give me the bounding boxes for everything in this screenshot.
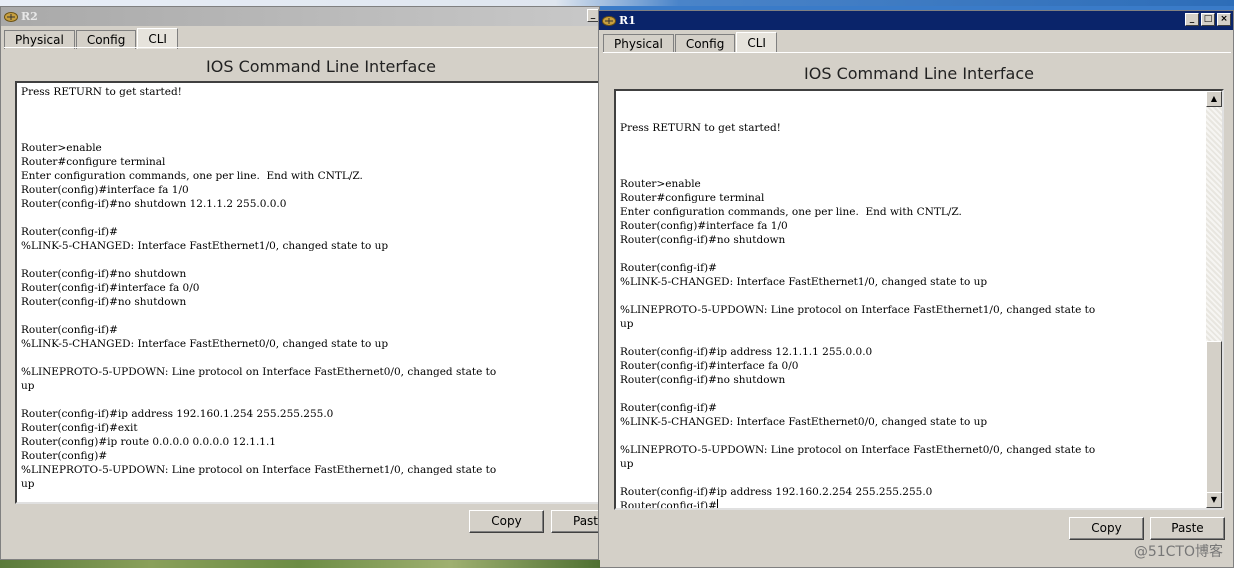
r2-copy-button[interactable]: Copy [469, 510, 544, 533]
r1-cli-terminal[interactable]: Press RETURN to get started! Router>enab… [614, 89, 1224, 510]
r2-tab-divider [4, 47, 600, 48]
r2-cli-terminal[interactable]: Press RETURN to get started! Router>enab… [15, 81, 601, 504]
desktop-strip [0, 560, 600, 568]
r1-terminal-output: Press RETURN to get started! Router>enab… [620, 93, 1096, 510]
text-cursor [716, 499, 718, 508]
r1-terminal-text: Press RETURN to get started! Router>enab… [620, 122, 1096, 510]
r1-maximize-button[interactable]: □ [1201, 13, 1215, 26]
r1-tab-bar: Physical Config CLI [603, 32, 778, 53]
r1-window-controls: _ □ × [1185, 13, 1231, 26]
r2-tab-bar: Physical Config CLI [4, 28, 179, 49]
r2-tab-cli[interactable]: CLI [137, 28, 178, 49]
r2-window-title: R2 [21, 10, 38, 23]
r1-tab-divider [603, 52, 1231, 53]
r1-paste-button[interactable]: Paste [1150, 517, 1225, 540]
scroll-up-arrow-icon[interactable]: ▲ [1206, 91, 1222, 107]
r2-paste-button[interactable]: Past [551, 510, 601, 533]
r1-tab-physical[interactable]: Physical [603, 34, 674, 53]
router-app-icon [4, 12, 18, 22]
r1-tab-config[interactable]: Config [674, 34, 736, 53]
r1-title-bar[interactable]: R1 [599, 11, 1233, 30]
r1-terminal-scrollbar[interactable]: ▲ ▼ [1206, 91, 1222, 508]
r2-cli-heading: IOS Command Line Interface [206, 57, 436, 76]
scroll-down-arrow-icon[interactable]: ▼ [1206, 492, 1222, 508]
r2-title-bar[interactable]: R2 [1, 7, 599, 26]
watermark-text: @51CTO博客 [1133, 544, 1223, 560]
r1-copy-button[interactable]: Copy [1069, 517, 1144, 540]
r1-window-title: R1 [619, 14, 636, 27]
r1-close-button[interactable]: × [1217, 13, 1231, 26]
r1-minimize-button[interactable]: _ [1185, 13, 1199, 26]
r1-window: R1 _ □ × Physical Config CLI IOS Command… [598, 10, 1234, 568]
router-app-icon [602, 16, 616, 26]
r2-window: R2 _ Physical Config CLI IOS Command Lin… [0, 6, 601, 560]
r1-cli-heading: IOS Command Line Interface [804, 64, 1034, 83]
scrollbar-thumb[interactable] [1206, 341, 1222, 493]
r1-tab-cli[interactable]: CLI [736, 32, 777, 53]
r2-terminal-output: Press RETURN to get started! Router>enab… [21, 86, 497, 490]
